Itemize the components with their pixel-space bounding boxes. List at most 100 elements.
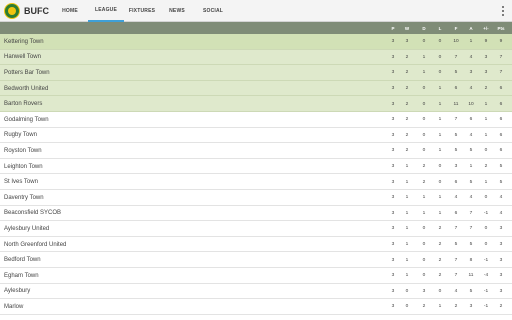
stat-f: 4 — [454, 288, 458, 294]
team-name: Kettering Town — [4, 38, 44, 45]
stat-diff: 0 — [484, 226, 488, 232]
stat-diff: 2 — [484, 164, 488, 170]
stat-pts: 6 — [499, 132, 503, 138]
table-row[interactable]: Marlow 3 0 2 1 2 3 -1 2 — [0, 299, 512, 315]
table-row[interactable]: Royston Town 3 2 0 1 5 5 0 6 — [0, 143, 512, 159]
stat-p: 3 — [391, 179, 395, 185]
stat-a: 3 — [469, 70, 473, 76]
table-row[interactable]: Daventry Town 3 1 1 1 4 4 0 4 — [0, 189, 512, 206]
stat-f: 10 — [453, 39, 459, 45]
stat-d: 1 — [422, 210, 426, 216]
table-row[interactable]: Leighton Town 3 1 2 0 3 1 2 5 — [0, 158, 512, 175]
stat-l: 2 — [438, 226, 442, 232]
stat-a: 5 — [469, 179, 473, 185]
crest-center — [8, 7, 16, 15]
stat-pts: 5 — [499, 164, 503, 170]
table-row[interactable]: Aylesbury 3 0 3 0 4 5 -1 3 — [0, 283, 512, 300]
stat-f: 7 — [454, 226, 458, 232]
stat-pts: 6 — [499, 148, 503, 154]
team-name: Egham Town — [4, 272, 39, 279]
table-row[interactable]: Bedford Town 3 1 0 2 7 8 -1 3 — [0, 252, 512, 268]
stat-pts: 7 — [499, 54, 503, 60]
stat-p: 3 — [391, 273, 395, 279]
stat-pts: 3 — [499, 288, 503, 294]
team-name: Bedworth United — [4, 85, 49, 92]
stat-a: 1 — [469, 164, 473, 170]
table-row[interactable]: Egham Town 3 1 0 2 7 11 -4 3 — [0, 267, 512, 284]
stat-f: 11 — [453, 101, 459, 107]
col-header-d: D — [422, 25, 426, 31]
stat-l: 1 — [438, 210, 442, 216]
stat-w: 3 — [405, 39, 409, 45]
stat-p: 3 — [391, 70, 395, 76]
stat-diff: -1 — [483, 304, 489, 310]
stat-l: 1 — [438, 101, 442, 107]
stat-l: 1 — [438, 86, 442, 92]
league-table: Kettering Town 3 3 0 0 10 1 9 9 Hanwell … — [0, 34, 512, 315]
stat-p: 3 — [391, 242, 395, 248]
stat-f: 7 — [454, 54, 458, 60]
stat-pts: 5 — [499, 179, 503, 185]
stat-d: 1 — [422, 70, 426, 76]
stat-a: 6 — [469, 117, 473, 123]
team-name: St Ives Town — [4, 179, 38, 186]
stat-w: 2 — [405, 132, 409, 138]
overflow-menu-icon[interactable] — [500, 5, 506, 17]
tab-league[interactable]: LEAGUE — [88, 0, 124, 22]
stat-a: 8 — [469, 257, 473, 263]
stat-a: 5 — [469, 288, 473, 294]
team-name: Daventry Town — [4, 194, 44, 201]
team-name: Hanwell Town — [4, 54, 41, 61]
stat-l: 0 — [438, 179, 442, 185]
stat-a: 5 — [469, 148, 473, 154]
stat-f: 7 — [454, 117, 458, 123]
stat-p: 3 — [391, 195, 395, 201]
stat-pts: 7 — [499, 70, 503, 76]
col-header-l: L — [438, 25, 442, 31]
stat-l: 1 — [438, 304, 442, 310]
table-row[interactable]: Godalming Town 3 2 0 1 7 6 1 6 — [0, 111, 512, 128]
col-header-p: P — [391, 25, 395, 31]
stat-f: 6 — [454, 179, 458, 185]
table-row[interactable]: North Greenford United 3 1 0 2 5 5 0 3 — [0, 236, 512, 253]
table-row[interactable]: Aylesbury United 3 1 0 2 7 7 0 3 — [0, 221, 512, 237]
stat-p: 3 — [391, 132, 395, 138]
stat-d: 1 — [422, 195, 426, 201]
stat-d: 0 — [422, 101, 426, 107]
tab-news[interactable]: NEWS — [164, 0, 190, 22]
stat-pts: 6 — [499, 117, 503, 123]
tab-social[interactable]: SOCIAL — [198, 0, 228, 22]
table-row[interactable]: Bedworth United 3 2 0 1 6 4 2 6 — [0, 80, 512, 97]
stat-diff: 1 — [484, 117, 488, 123]
stat-w: 1 — [405, 179, 409, 185]
team-name: Barton Rovers — [4, 101, 43, 108]
stat-d: 0 — [422, 257, 426, 263]
tab-fixtures[interactable]: FIXTURES — [127, 0, 157, 22]
table-row[interactable]: Barton Rovers 3 2 0 1 11 10 1 6 — [0, 96, 512, 112]
stat-w: 1 — [405, 242, 409, 248]
stat-w: 2 — [405, 117, 409, 123]
stat-diff: -1 — [483, 288, 489, 294]
team-name: Aylesbury — [4, 288, 31, 295]
stat-p: 3 — [391, 54, 395, 60]
stat-w: 0 — [405, 288, 409, 294]
stat-pts: 4 — [499, 195, 503, 201]
stat-a: 10 — [468, 101, 474, 107]
stat-pts: 3 — [499, 226, 503, 232]
table-row[interactable]: Hanwell Town 3 2 1 0 7 4 3 7 — [0, 49, 512, 66]
stat-diff: 0 — [484, 195, 488, 201]
stat-f: 5 — [454, 242, 458, 248]
tab-home[interactable]: HOME — [58, 0, 82, 22]
stat-p: 3 — [391, 101, 395, 107]
stat-d: 3 — [422, 288, 426, 294]
stat-f: 6 — [454, 210, 458, 216]
table-row[interactable]: Beaconsfield SYCOB 3 1 1 1 6 7 -1 4 — [0, 205, 512, 222]
stat-a: 4 — [469, 86, 473, 92]
table-row[interactable]: St Ives Town 3 1 2 0 6 5 1 5 — [0, 174, 512, 190]
table-row[interactable]: Rugby Town 3 2 0 1 5 4 1 6 — [0, 127, 512, 144]
club-crest-icon[interactable] — [4, 3, 20, 19]
stat-l: 1 — [438, 195, 442, 201]
table-row[interactable]: Kettering Town 3 3 0 0 10 1 9 9 — [0, 34, 512, 50]
stat-d: 0 — [422, 148, 426, 154]
table-row[interactable]: Potters Bar Town 3 2 1 0 5 3 3 7 — [0, 65, 512, 81]
